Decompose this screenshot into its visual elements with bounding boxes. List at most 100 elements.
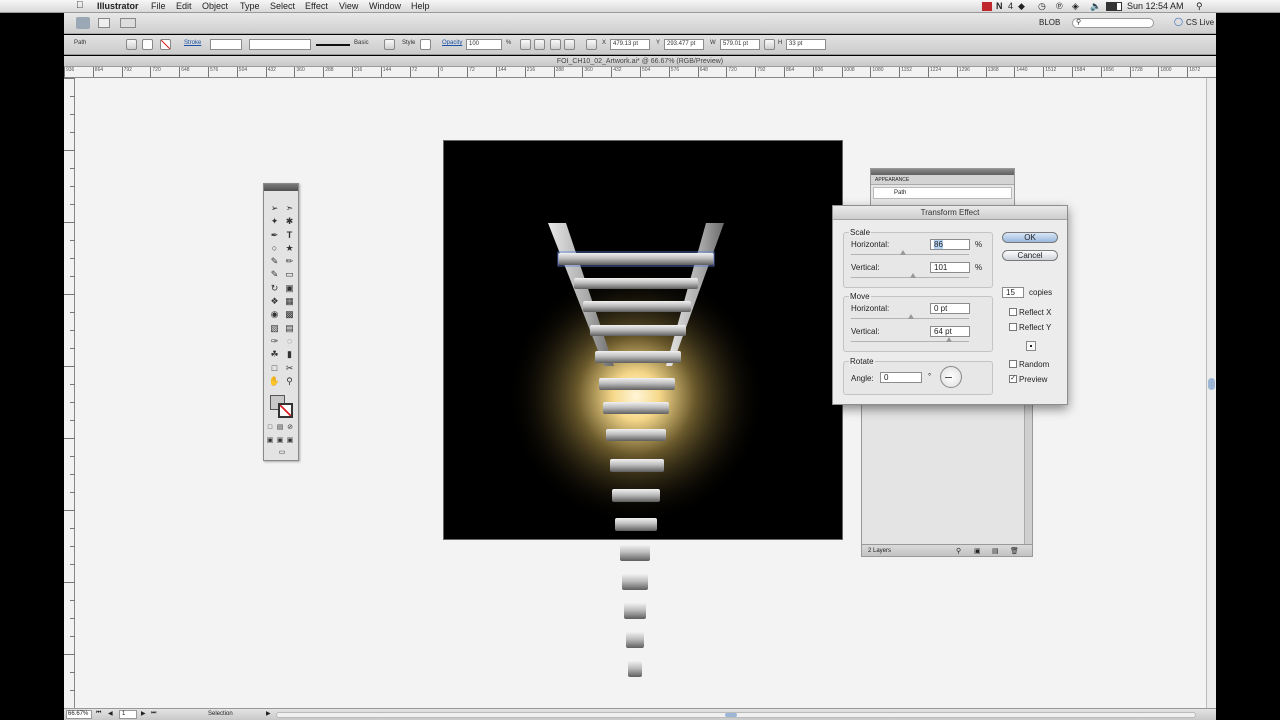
reflect-x-checkbox[interactable] (1009, 308, 1017, 316)
none-mode-icon[interactable]: ⊘ (286, 422, 294, 434)
cancel-button[interactable]: Cancel (1002, 250, 1058, 261)
line-segment-tool-icon[interactable]: ○ (268, 242, 281, 254)
stroke-label[interactable]: Stroke (184, 40, 201, 46)
spotlight-search-icon[interactable]: ⚲ (1196, 1, 1203, 12)
preview-label[interactable]: Preview (1019, 375, 1047, 384)
brush-options-button[interactable] (384, 39, 395, 50)
fill-swatch[interactable] (126, 39, 137, 50)
angle-input[interactable]: 0 (880, 372, 922, 383)
opacity-input[interactable]: 100 (466, 39, 502, 50)
gradient-mode-icon[interactable]: ▤ (276, 422, 284, 434)
artboard-number-field[interactable]: 1 (119, 710, 137, 719)
draw-normal-icon[interactable]: ▣ (266, 435, 274, 447)
eraser-tool-icon[interactable]: ▭ (283, 268, 296, 280)
move-horizontal-slider-thumb[interactable] (908, 314, 914, 319)
dialog-title[interactable]: Transform Effect (833, 206, 1067, 220)
move-vertical-slider-thumb[interactable] (946, 337, 952, 342)
horizontal-ruler[interactable]: 936 864 792 720 648 576 504 432 360 288 216 144 72 0 7… (64, 67, 1216, 78)
scale-vertical-slider-thumb[interactable] (910, 273, 916, 278)
opacity-label[interactable]: Opacity (442, 40, 462, 46)
color-mode-icon[interactable]: □ (266, 422, 274, 434)
menu-effect[interactable]: Effect (305, 1, 328, 11)
next-artboard-icon[interactable]: ▶ (141, 710, 146, 717)
variable-width-profile[interactable] (249, 39, 311, 50)
isolate-group-button[interactable] (534, 39, 545, 50)
scale-horizontal-slider[interactable] (851, 254, 969, 255)
bridge-icon[interactable] (98, 18, 110, 28)
eyedropper-tool-icon[interactable]: ✑ (268, 335, 281, 347)
volume-icon[interactable]: 🔈 (1090, 1, 1101, 12)
move-vertical-input[interactable]: 64 pt (930, 326, 970, 337)
random-label[interactable]: Random (1019, 360, 1049, 369)
blob-brush-tool-icon[interactable]: ✎ (268, 268, 281, 280)
width-input[interactable]: 579.01 pt (720, 39, 760, 50)
delete-layer-icon[interactable]: 🗑 (1010, 546, 1019, 558)
reflect-y-checkbox[interactable] (1009, 323, 1017, 331)
direct-selection-tool-icon[interactable]: ➣ (283, 202, 296, 214)
document-tab[interactable]: FOI_CH10_02_Artwork.ai* @ 66.67% (RGB/Pr… (64, 56, 1216, 67)
layers-scrollbar[interactable] (1024, 401, 1032, 544)
shape-builder-tool-icon[interactable]: ◉ (268, 308, 281, 320)
layers-list[interactable] (862, 401, 1024, 544)
x-position-input[interactable]: 479.13 pt (610, 39, 650, 50)
appearance-tab[interactable]: APPEARANCE (871, 175, 1014, 185)
battery-icon[interactable] (1106, 2, 1122, 11)
draw-inside-icon[interactable]: ▣ (286, 435, 294, 447)
appearance-row-path[interactable]: Path (873, 187, 1012, 199)
shape-tool-icon[interactable]: ★ (283, 242, 296, 254)
hand-tool-icon[interactable]: ✋ (268, 375, 281, 387)
menu-file[interactable]: File (151, 1, 166, 11)
cs-live-icon[interactable]: ◯ (1174, 17, 1183, 26)
zoom-tool-icon[interactable]: ⚲ (283, 375, 296, 387)
ok-button[interactable]: OK (1002, 232, 1058, 243)
scale-vertical-input[interactable]: 101 (930, 262, 970, 273)
y-position-input[interactable]: 293.477 pt (664, 39, 704, 50)
random-checkbox[interactable] (1009, 360, 1017, 368)
move-horizontal-input[interactable]: 0 pt (930, 303, 970, 314)
reference-point-icon[interactable] (586, 39, 597, 50)
bluetooth-icon[interactable]: ℗ (1056, 1, 1063, 11)
slice-tool-icon[interactable]: ✂ (283, 362, 296, 374)
magic-wand-tool-icon[interactable]: ✦ (268, 215, 281, 227)
perspective-grid-tool-icon[interactable]: ▩ (283, 308, 296, 320)
lasso-tool-icon[interactable]: ✱ (283, 215, 296, 227)
time-machine-icon[interactable]: ◷ (1038, 1, 1046, 12)
scale-tool-icon[interactable]: ▣ (283, 282, 296, 294)
menu-select[interactable]: Select (270, 1, 295, 11)
blend-tool-icon[interactable]: ◌ (283, 335, 296, 347)
menu-window[interactable]: Window (369, 1, 401, 11)
menu-app-name[interactable]: Illustrator (97, 1, 139, 11)
paintbrush-tool-icon[interactable]: ✎ (268, 255, 281, 267)
make-clipping-mask-icon[interactable]: ▣ (974, 546, 981, 558)
reflect-x-label[interactable]: Reflect X (1019, 308, 1051, 317)
rotate-tool-icon[interactable]: ↻ (268, 282, 281, 294)
record-icon[interactable] (982, 2, 992, 11)
artboard-tool-icon[interactable]: □ (268, 362, 281, 374)
menu-view[interactable]: View (339, 1, 358, 11)
recolor-artwork-button[interactable] (520, 39, 531, 50)
constrain-proportions-icon[interactable] (764, 39, 775, 50)
width-tool-icon[interactable]: ❖ (268, 295, 281, 307)
type-tool-icon[interactable]: T (283, 229, 296, 241)
mesh-tool-icon[interactable]: ▧ (268, 322, 281, 334)
gradient-tool-icon[interactable]: ▤ (283, 322, 296, 334)
scale-horizontal-slider-thumb[interactable] (900, 250, 906, 255)
pencil-tool-icon[interactable]: ✏ (283, 255, 296, 267)
status-menu-arrow-icon[interactable]: ▶ (266, 710, 271, 717)
copies-input[interactable]: 15 (1002, 287, 1024, 298)
align-options-button[interactable] (550, 39, 561, 50)
free-transform-tool-icon[interactable]: ▦ (283, 295, 296, 307)
brush-definition[interactable]: Basic (354, 40, 369, 46)
screen-mode-icon[interactable]: ▭ (275, 447, 289, 459)
angle-dial[interactable] (940, 366, 962, 388)
ladder-artwork[interactable] (444, 141, 843, 540)
adobe-icon[interactable]: N (996, 1, 1003, 11)
tools-panel-header[interactable] (264, 184, 298, 191)
wifi-icon[interactable]: ◈ (1072, 1, 1079, 12)
scale-horizontal-input[interactable]: 86 (930, 239, 970, 250)
stroke-weight-input[interactable] (210, 39, 242, 50)
menu-help[interactable]: Help (411, 1, 430, 11)
graph-tool-icon[interactable]: ▮ (283, 348, 296, 360)
draw-behind-icon[interactable]: ▣ (276, 435, 284, 447)
symbol-sprayer-tool-icon[interactable]: ☘ (268, 348, 281, 360)
